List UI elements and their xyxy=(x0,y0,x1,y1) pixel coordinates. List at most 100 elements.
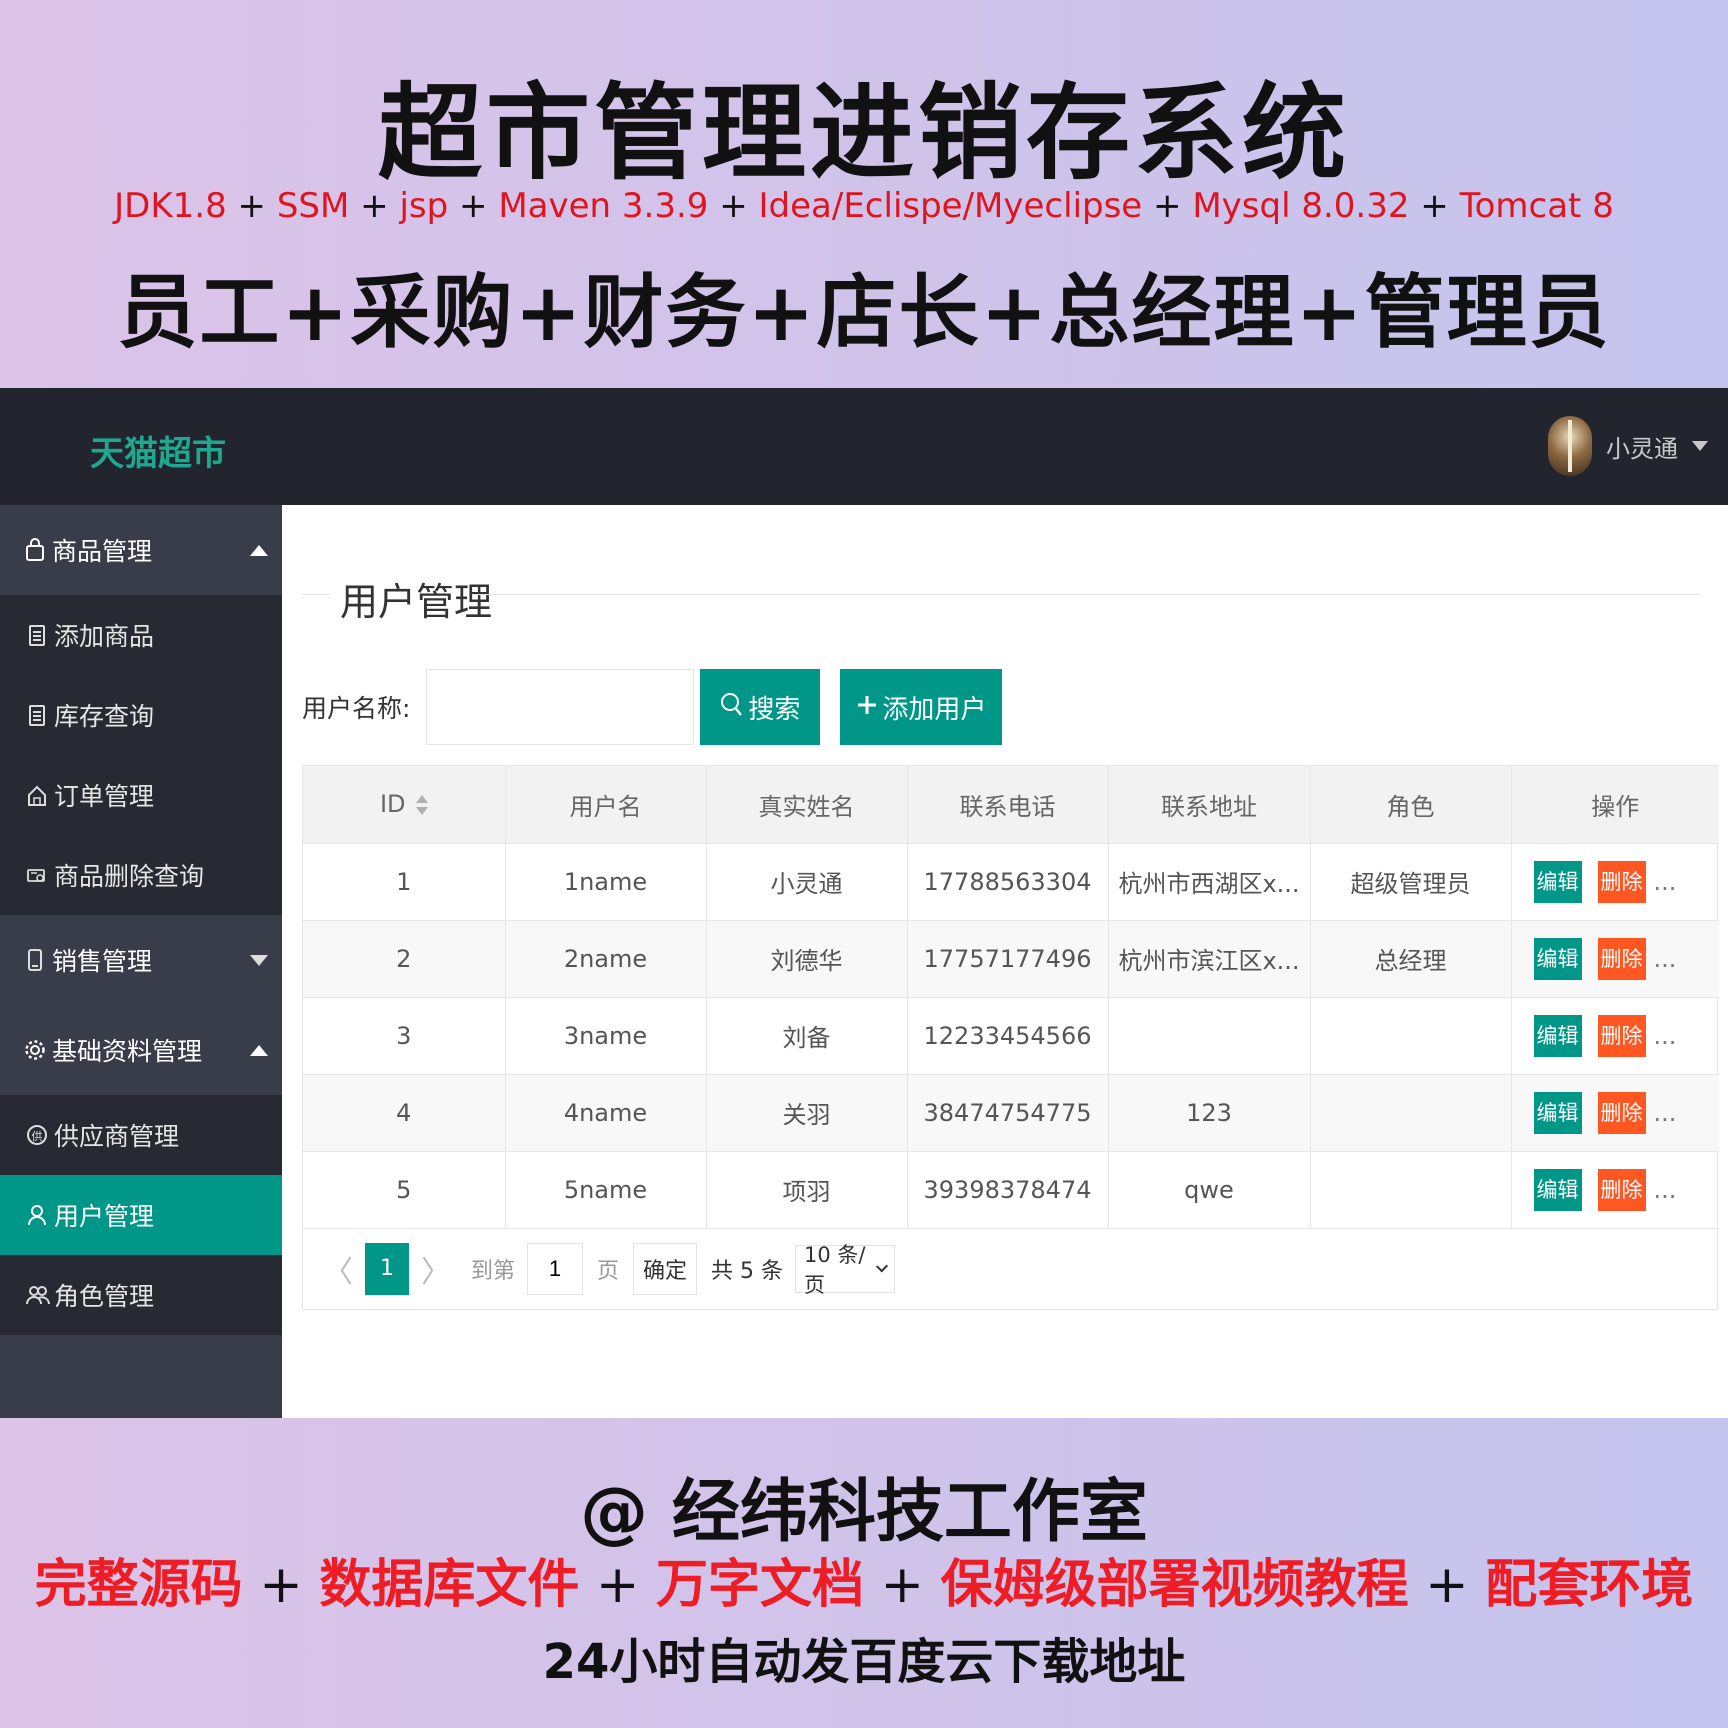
tech-item: SSM xyxy=(276,186,350,226)
sidebar: 商品管理 添加商品 库存查询 订单管理 商品删除查询 销售管理 基础资料管理 供… xyxy=(0,505,282,1418)
sidebar-item-stock-query[interactable]: 库存查询 xyxy=(0,675,282,755)
chevron-up-icon xyxy=(250,544,268,556)
top-header: 天猫超市 小灵通 xyxy=(0,388,1728,505)
sidebar-item-label: 用户管理 xyxy=(54,1202,155,1231)
tech-stack-line: JDK1.8 + SSM + jsp + Maven 3.3.9 + Idea/… xyxy=(0,186,1728,226)
sidebar-group-label: 商品管理 xyxy=(52,537,153,566)
divider xyxy=(302,594,330,595)
edit-button[interactable]: 编辑 xyxy=(1533,1168,1582,1211)
cell-realname: 项羽 xyxy=(706,1151,908,1229)
plus-separator: + xyxy=(1142,186,1193,226)
more-actions[interactable]: ... xyxy=(1654,1099,1677,1127)
cell-actions: 编辑 删除... xyxy=(1511,843,1719,921)
delete-button[interactable]: 删除 xyxy=(1597,937,1646,980)
total-count: 共 5 条 xyxy=(711,1258,784,1284)
goto-confirm-button[interactable]: 确定 xyxy=(633,1242,698,1295)
sidebar-item-orders[interactable]: 订单管理 xyxy=(0,755,282,835)
cell-id: 5 xyxy=(303,1151,506,1229)
sidebar-group-product[interactable]: 商品管理 xyxy=(0,505,282,595)
offer-item: 万字文档 xyxy=(655,1555,864,1615)
edit-button[interactable]: 编辑 xyxy=(1533,860,1582,903)
prev-page-button[interactable]: 〈 xyxy=(323,1247,353,1291)
search-button[interactable]: 搜索 xyxy=(700,669,821,745)
caret-down-icon[interactable] xyxy=(1692,441,1708,451)
chevron-up-icon xyxy=(250,1044,268,1056)
gear-icon xyxy=(24,1038,46,1062)
cell-role xyxy=(1310,1151,1512,1229)
cell-address xyxy=(1108,997,1311,1075)
table-row[interactable]: 4 4name 关羽 38474754775 123 编辑 删除... xyxy=(303,1074,1719,1152)
more-actions[interactable]: ... xyxy=(1654,1022,1677,1050)
user-menu[interactable]: 小灵通 xyxy=(1548,416,1708,476)
cell-actions: 编辑 删除... xyxy=(1511,1074,1719,1152)
add-user-button[interactable]: 添加用户 xyxy=(840,669,1003,745)
search-bar: 用户名称: 搜索 添加用户 xyxy=(302,669,1003,745)
next-page-button[interactable]: 〉 xyxy=(421,1247,451,1291)
delete-button[interactable]: 删除 xyxy=(1597,1168,1646,1211)
sidebar-item-label: 库存查询 xyxy=(54,702,155,731)
delete-button[interactable]: 删除 xyxy=(1597,1091,1646,1134)
user-icon xyxy=(26,1203,48,1227)
sidebar-item-suppliers[interactable]: 供 供应商管理 xyxy=(0,1095,282,1175)
column-header-realname: 真实姓名 xyxy=(706,766,908,844)
sidebar-item-label: 添加商品 xyxy=(54,622,155,651)
username-label[interactable]: 小灵通 xyxy=(1606,429,1678,464)
sidebar-item-deleted-products[interactable]: 商品删除查询 xyxy=(0,835,282,915)
cell-username: 3name xyxy=(505,997,707,1075)
more-actions[interactable]: ... xyxy=(1654,945,1677,973)
table-row[interactable]: 3 3name 刘备 12233454566 编辑 删除... xyxy=(303,997,1719,1075)
cell-address: 123 xyxy=(1108,1074,1311,1152)
sidebar-group-sales[interactable]: 销售管理 xyxy=(0,915,282,1005)
delete-button[interactable]: 删除 xyxy=(1597,860,1646,903)
sort-icon[interactable] xyxy=(415,794,428,816)
search-input[interactable] xyxy=(426,669,695,745)
sidebar-item-label: 角色管理 xyxy=(54,1282,155,1311)
edit-button[interactable]: 编辑 xyxy=(1533,937,1582,980)
app-logo[interactable]: 天猫超市 xyxy=(90,426,226,475)
cell-actions: 编辑 删除... xyxy=(1511,920,1719,998)
plus-separator: + xyxy=(579,1555,656,1615)
user-table: ID 用户名 真实姓名 联系电话 联系地址 角色 操作 1 1name 小灵通 177… xyxy=(302,765,1719,1310)
tech-item: JDK1.8 xyxy=(114,186,227,226)
sidebar-group-basic-data[interactable]: 基础资料管理 xyxy=(0,1005,282,1095)
users-icon xyxy=(26,1283,50,1307)
delete-button[interactable]: 删除 xyxy=(1597,1014,1646,1057)
more-actions[interactable]: ... xyxy=(1654,868,1677,896)
page-size-select[interactable]: 10 条/页 xyxy=(795,1243,896,1297)
table-row[interactable]: 2 2name 刘德华 17757177496 杭州市滨江区x... 总经理 编辑 删除... xyxy=(303,920,1719,998)
avatar[interactable] xyxy=(1548,416,1592,476)
edit-button[interactable]: 编辑 xyxy=(1533,1014,1582,1057)
search-button-label: 搜索 xyxy=(748,693,801,724)
svg-text:供: 供 xyxy=(32,1129,43,1143)
cell-address: qwe xyxy=(1108,1151,1311,1229)
edit-button[interactable]: 编辑 xyxy=(1533,1091,1582,1134)
table-row[interactable]: 5 5name 项羽 39398378474 qwe 编辑 删除... xyxy=(303,1151,1719,1229)
add-user-button-label: 添加用户 xyxy=(882,693,987,724)
column-header-id[interactable]: ID xyxy=(303,766,506,844)
page-number-current[interactable]: 1 xyxy=(365,1242,409,1295)
delivery-note: 24小时自动发百度云下载地址 xyxy=(542,1634,1186,1690)
column-header-phone: 联系电话 xyxy=(907,766,1109,844)
clipboard-icon xyxy=(26,623,48,647)
goto-page-input[interactable] xyxy=(527,1242,584,1295)
sidebar-item-users[interactable]: 用户管理 xyxy=(0,1175,282,1255)
cell-username: 1name xyxy=(505,843,707,921)
sidebar-item-roles[interactable]: 角色管理 xyxy=(0,1255,282,1335)
cell-actions: 编辑 删除... xyxy=(1511,1151,1719,1229)
plus-separator: + xyxy=(864,1555,941,1615)
cell-id: 4 xyxy=(303,1074,506,1152)
plus-icon xyxy=(856,692,878,723)
pagination: 〈 1 〉 到第 页 确定 共 5 条 10 条/页 xyxy=(303,1229,1717,1309)
cell-id: 2 xyxy=(303,920,506,998)
tech-item: Tomcat 8 xyxy=(1459,186,1614,226)
sidebar-group-label: 基础资料管理 xyxy=(52,1037,203,1066)
supplier-icon: 供 xyxy=(26,1123,48,1147)
page-title: 用户管理 xyxy=(340,580,493,624)
column-header-username: 用户名 xyxy=(505,766,707,844)
more-actions[interactable]: ... xyxy=(1654,1176,1677,1204)
sidebar-item-add-product[interactable]: 添加商品 xyxy=(0,595,282,675)
goto-label: 到第 xyxy=(471,1258,516,1284)
table-row[interactable]: 1 1name 小灵通 17788563304 杭州市西湖区x... 超级管理员 编辑 删除.… xyxy=(303,843,1719,921)
bag-icon xyxy=(24,538,46,562)
banner-title: 超市管理进销存系统 xyxy=(377,72,1350,194)
